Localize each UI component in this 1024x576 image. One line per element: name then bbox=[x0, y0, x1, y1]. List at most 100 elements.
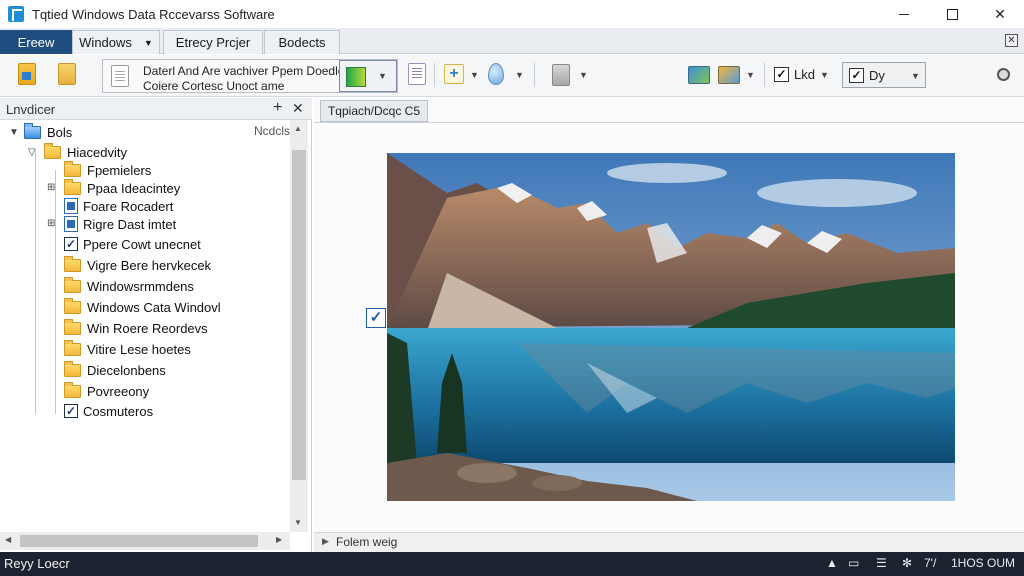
document-icon bbox=[64, 216, 78, 232]
preview-area: Tqpiach/Dcqc C5 ✓ ▶ Folem weig bbox=[314, 98, 1024, 552]
dy-dropdown[interactable]: ✓ Dy ▼ bbox=[842, 62, 926, 88]
folder-icon bbox=[64, 360, 81, 377]
source-combo[interactable]: Daterl And Are vachiver Ppem Doedle Coie… bbox=[102, 59, 398, 93]
tree-item[interactable]: Windows Cata Windovl bbox=[64, 297, 221, 316]
tree-item[interactable]: Vitire Lese hoetes bbox=[64, 339, 191, 358]
pin-icon[interactable]: + bbox=[273, 99, 282, 117]
page-icon bbox=[111, 65, 129, 87]
scroll-down-icon[interactable]: ▼ bbox=[294, 518, 302, 527]
tree-item-label: Cosmuteros bbox=[83, 403, 154, 419]
tree-item[interactable]: Fpemielers bbox=[64, 160, 151, 179]
chevron-down-icon[interactable]: ▼ bbox=[470, 70, 479, 80]
scrollbar-thumb[interactable] bbox=[292, 150, 306, 480]
tree-item[interactable]: ✓ Cosmuteros bbox=[64, 402, 153, 420]
collapse-icon[interactable]: ▽ bbox=[28, 147, 36, 158]
panel-title: Lnvdicer bbox=[6, 102, 56, 117]
monitor-icon[interactable] bbox=[688, 66, 710, 84]
tree-guide-line bbox=[55, 170, 56, 414]
tree-item[interactable]: ✓ Ppere Cowt unecnet bbox=[64, 235, 201, 253]
notepad-icon[interactable] bbox=[408, 63, 426, 85]
tab-bodects[interactable]: Bodects bbox=[264, 30, 340, 54]
close-button[interactable]: ✕ bbox=[976, 0, 1024, 28]
tab-document[interactable]: Tqpiach/Dcqc C5 bbox=[320, 100, 428, 122]
minimize-button[interactable] bbox=[880, 0, 928, 28]
folder-icon[interactable] bbox=[58, 63, 76, 85]
separator bbox=[434, 63, 435, 87]
display-icon[interactable] bbox=[718, 66, 740, 84]
settings-icon[interactable]: ✻ bbox=[902, 556, 912, 570]
maximize-button[interactable] bbox=[928, 0, 976, 28]
chevron-down-icon[interactable]: ▼ bbox=[820, 70, 829, 80]
divider bbox=[314, 122, 1024, 123]
tree-item[interactable]: Ppaa Ideacintey bbox=[64, 178, 180, 197]
expand-icon[interactable]: ⊞ bbox=[47, 218, 55, 229]
tab-windows[interactable]: Windows ▼ bbox=[72, 30, 160, 54]
green-action-button[interactable]: ▼ bbox=[339, 60, 397, 92]
window-title: Tqtied Windows Data Rccevarss Software bbox=[32, 6, 275, 22]
tree-item[interactable]: Windowsrmmdens bbox=[64, 276, 194, 295]
scroll-left-icon[interactable]: ◀ bbox=[5, 535, 11, 544]
horizontal-scrollbar[interactable]: ◀ ▶ bbox=[0, 532, 290, 550]
scroll-up-icon[interactable]: ▲ bbox=[294, 124, 302, 133]
tree-item-label: Hiacedvity bbox=[67, 144, 127, 160]
tab-ereew[interactable]: Ereew bbox=[0, 30, 72, 54]
tree-item-label: Ppere Cowt unecnet bbox=[83, 236, 201, 252]
image-select-checkbox[interactable]: ✓ bbox=[366, 308, 386, 328]
clock[interactable]: 1HOS OUM bbox=[951, 556, 1015, 570]
combo-line-1: Daterl And Are vachiver Ppem Doedle bbox=[143, 64, 345, 78]
cube-icon[interactable] bbox=[552, 64, 570, 86]
tree-item-label: Foare Rocadert bbox=[83, 198, 174, 214]
checkbox-icon[interactable]: ✓ bbox=[64, 237, 78, 251]
preview-footer: ▶ Folem weig bbox=[314, 532, 1024, 552]
checkbox-lkd[interactable]: ✓ bbox=[774, 67, 789, 82]
chevron-down-icon[interactable]: ▼ bbox=[746, 70, 755, 80]
expand-arrow-icon[interactable]: ▶ bbox=[322, 536, 329, 547]
folder-icon bbox=[64, 276, 81, 293]
tab-etrecy-prcjer[interactable]: Etrecy Prcjer bbox=[163, 30, 263, 54]
tree-item[interactable]: Vigre Bere hervkecek bbox=[64, 255, 212, 274]
tree-item[interactable]: Diecelonbens bbox=[64, 360, 166, 379]
network-icon[interactable]: ☰ bbox=[876, 556, 887, 570]
checkbox-icon[interactable]: ✓ bbox=[64, 404, 78, 418]
tree-item[interactable]: Win Roere Reordevs bbox=[64, 318, 208, 337]
tree-item-root[interactable]: Bols bbox=[24, 122, 72, 141]
droplet-icon[interactable] bbox=[488, 63, 504, 85]
tree-item-label: Windowsrmmdens bbox=[87, 278, 194, 294]
battery-icon[interactable]: ▭ bbox=[848, 556, 859, 570]
checkbox-dy[interactable]: ✓ bbox=[849, 68, 864, 83]
folder-icon bbox=[44, 142, 61, 159]
taskbar-label[interactable]: Reyy Loecr bbox=[4, 556, 70, 571]
tree-item-label: Rigre Dast imtet bbox=[83, 216, 177, 232]
folder-icon bbox=[64, 160, 81, 177]
scroll-right-icon[interactable]: ▶ bbox=[276, 535, 282, 544]
tab-label: Etrecy Prcjer bbox=[175, 35, 251, 50]
tray-expand-icon[interactable]: ▲ bbox=[826, 556, 838, 570]
chevron-down-icon[interactable]: ▼ bbox=[515, 70, 524, 80]
chevron-down-icon: ▼ bbox=[378, 71, 387, 81]
ribbon-close-icon[interactable]: ✕ bbox=[1005, 34, 1018, 47]
document-icon[interactable] bbox=[18, 63, 36, 85]
app-logo-icon bbox=[8, 6, 24, 22]
tree-item[interactable]: Rigre Dast imtet bbox=[64, 215, 176, 233]
panel-header: Lnvdicer + ✕ bbox=[0, 98, 312, 120]
window-controls: ✕ bbox=[880, 0, 1024, 28]
tree-item[interactable]: Povreeony bbox=[64, 381, 149, 400]
preview-image[interactable] bbox=[387, 153, 955, 501]
scrollbar-thumb[interactable] bbox=[20, 535, 258, 547]
collapse-icon[interactable]: ▼ bbox=[9, 127, 19, 138]
folder-icon bbox=[64, 255, 81, 272]
record-button[interactable] bbox=[997, 68, 1010, 81]
tree-item-label: Vigre Bere hervkecek bbox=[87, 257, 212, 273]
expand-icon[interactable]: ⊞ bbox=[47, 182, 55, 193]
tab-label: Windows bbox=[79, 35, 132, 50]
add-icon[interactable]: + bbox=[444, 64, 464, 84]
panel-close-icon[interactable]: ✕ bbox=[292, 100, 304, 117]
tree-item[interactable]: Foare Rocadert bbox=[64, 197, 173, 215]
green-square-icon bbox=[346, 67, 366, 87]
tree-item-label: Vitire Lese hoetes bbox=[87, 341, 191, 357]
folder-icon bbox=[64, 297, 81, 314]
vertical-scrollbar[interactable]: ▲ ▼ bbox=[290, 120, 308, 532]
tree-item[interactable]: Hiacedvity bbox=[44, 142, 127, 161]
footer-label: Folem weig bbox=[336, 535, 398, 549]
chevron-down-icon[interactable]: ▼ bbox=[579, 70, 588, 80]
